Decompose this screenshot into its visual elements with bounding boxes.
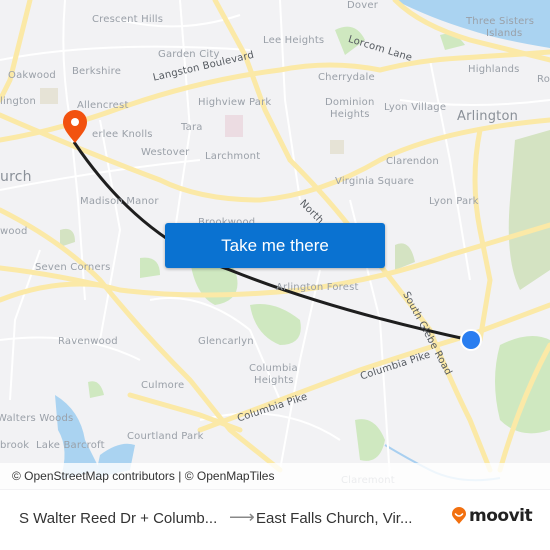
label-dominion-heights: Heights <box>330 109 370 120</box>
label-highlands: Highlands <box>468 64 520 75</box>
park-2 <box>250 304 301 345</box>
label-highview-park: Highview Park <box>198 97 272 108</box>
label-falls-church: urch <box>0 169 32 185</box>
label-columbia-heights: Heights <box>254 375 294 386</box>
take-me-there-button[interactable]: Take me there <box>165 223 385 268</box>
label-arlington-west: lington <box>0 96 37 107</box>
label-arlington: Arlington <box>457 109 519 124</box>
origin-stop-name: S Walter Reed Dr + Columb... <box>19 510 218 527</box>
label-leeherlee-knolls: erlee Knolls <box>92 129 153 140</box>
area-2 <box>330 140 344 154</box>
park-5 <box>88 381 104 398</box>
destination-pin-icon[interactable] <box>63 110 87 143</box>
label-cherrydale: Cherrydale <box>318 72 375 83</box>
label-ravenwood: Ravenwood <box>58 336 118 347</box>
label-virginia-square: Virginia Square <box>335 176 415 187</box>
label-westover: Westover <box>141 147 190 158</box>
label-madison-manor: Madison Manor <box>80 196 159 207</box>
label-lee-heights: Lee Heights <box>263 35 325 46</box>
moovit-pin-icon <box>452 507 466 524</box>
label-columbia: Columbia <box>249 363 298 374</box>
label-seven-corners: Seven Corners <box>35 262 111 273</box>
label-allencrest: Allencrest <box>77 100 129 111</box>
area-pink <box>225 115 243 137</box>
label-three-sisters: Three Sisters <box>466 16 535 27</box>
moovit-wordmark: moovit <box>469 506 533 526</box>
label-berkshire: Berkshire <box>72 66 122 77</box>
label-lyon-park: Lyon Park <box>429 196 479 207</box>
origin-marker[interactable] <box>460 329 482 351</box>
moovit-logo[interactable]: moovit <box>451 506 533 526</box>
map[interactable]: Crescent Hills Garden City Oakwood Berks… <box>0 0 550 490</box>
label-islands: Islands <box>486 28 523 39</box>
label-courtland-park: Courtland Park <box>127 431 204 442</box>
label-arlington-forest: Arlington Forest <box>276 282 359 293</box>
area-1 <box>40 88 58 104</box>
label-lyon-village: Lyon Village <box>384 102 447 113</box>
label-tara: Tara <box>181 122 203 133</box>
footer-bar: S Walter Reed Dr + Columb... ⟶ East Fall… <box>0 490 550 550</box>
park-6 <box>60 228 75 247</box>
park-3 <box>355 419 385 461</box>
label-crescent-hills: Crescent Hills <box>92 14 164 25</box>
park-southeast <box>495 336 550 434</box>
park-east <box>508 130 550 290</box>
arrow-right-icon: ⟶ <box>229 507 255 527</box>
label-oakwood: Oakwood <box>8 70 56 81</box>
destination-name: East Falls Church, Vir... <box>256 510 413 527</box>
park-7 <box>140 257 160 278</box>
label-lake-barcroft: Lake Barcroft <box>36 440 105 451</box>
label-wood: wood <box>0 226 28 237</box>
label-glencarlyn: Glencarlyn <box>198 336 254 347</box>
map-attribution: © OpenStreetMap contributors | © OpenMap… <box>0 463 550 489</box>
label-brook: brook <box>0 440 30 451</box>
label-dover: Dover <box>347 0 378 11</box>
label-clarendon: Clarendon <box>386 156 439 167</box>
label-ro: Ro <box>537 74 550 85</box>
label-dominion: Dominion <box>325 97 375 108</box>
label-culmore: Culmore <box>141 380 185 391</box>
label-larchmont: Larchmont <box>205 151 261 162</box>
label-walters-woods: Walters Woods <box>0 413 74 424</box>
